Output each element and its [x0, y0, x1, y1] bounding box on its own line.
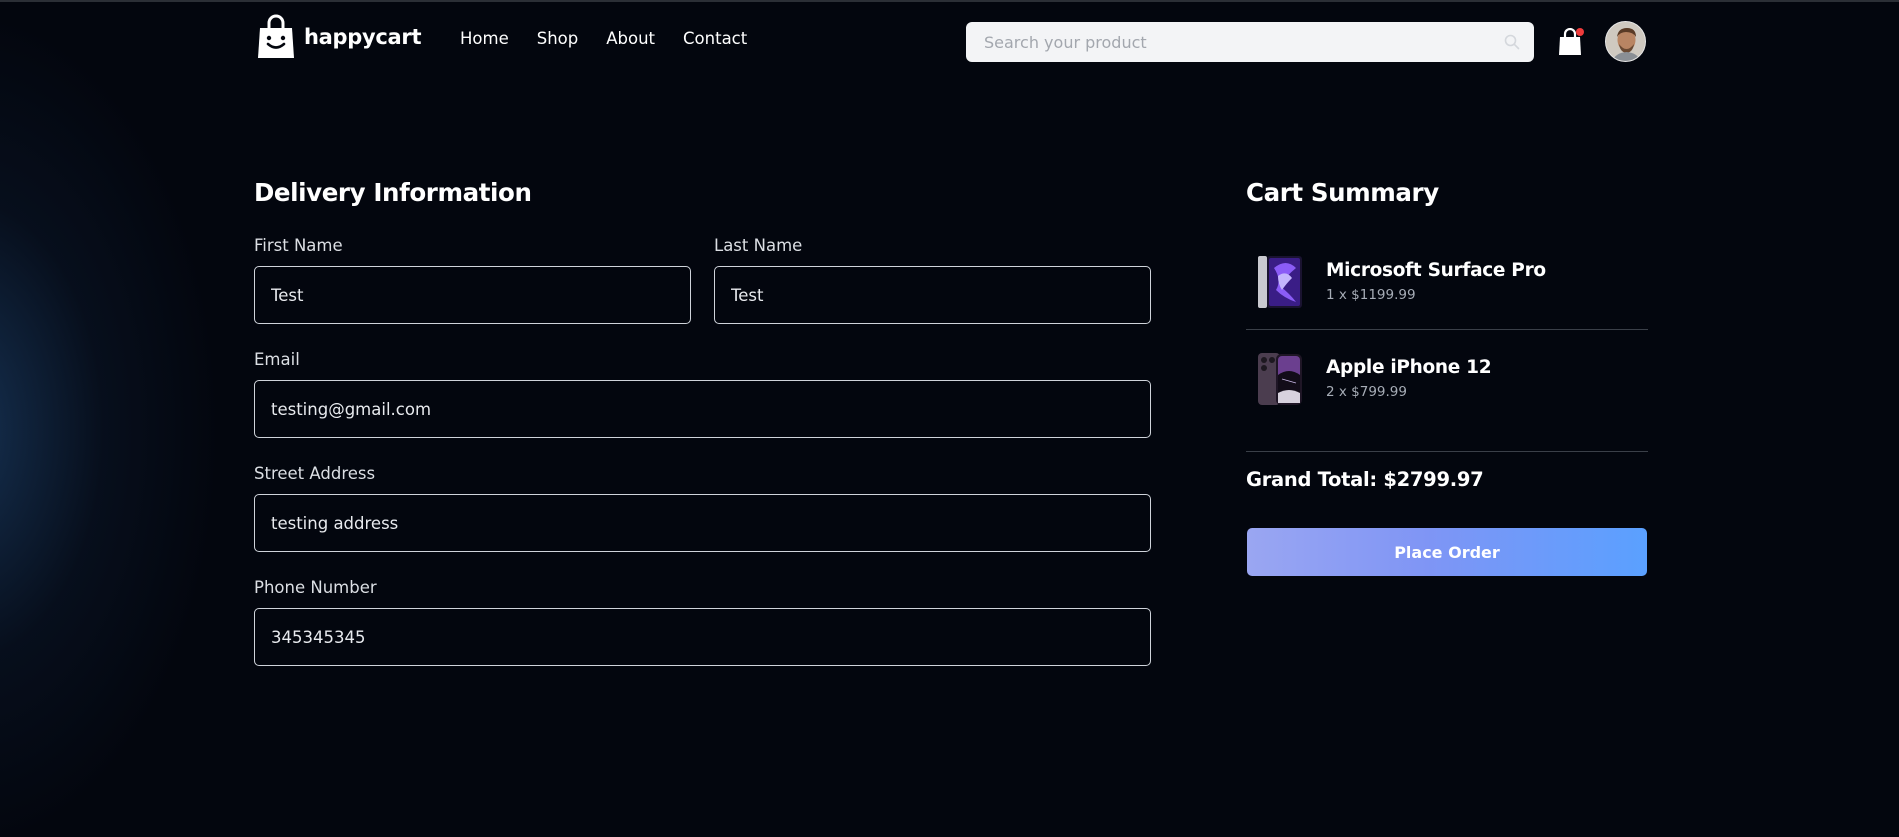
brand-logo[interactable]: happycart	[256, 14, 422, 60]
cart-notification-dot	[1576, 28, 1584, 36]
shopping-bag-icon	[258, 14, 294, 58]
brand-name: happycart	[304, 25, 422, 49]
user-avatar-icon	[1606, 22, 1645, 61]
phone-number-label: Phone Number	[254, 578, 377, 597]
first-name-label: First Name	[254, 236, 343, 255]
street-address-label: Street Address	[254, 464, 376, 483]
first-name-field[interactable]	[254, 266, 691, 324]
delivery-title: Delivery Information	[254, 178, 532, 207]
email-field[interactable]	[254, 380, 1151, 438]
nav-home[interactable]: Home	[460, 29, 509, 48]
phone-number-field[interactable]	[254, 608, 1151, 666]
search-icon[interactable]	[1504, 34, 1520, 50]
search-input[interactable]	[982, 31, 1504, 53]
top-border	[0, 0, 1899, 2]
cart-item-qty-price: 1 x $1199.99	[1326, 287, 1416, 303]
last-name-label: Last Name	[714, 236, 803, 255]
search-bar	[966, 22, 1534, 62]
email-label: Email	[254, 350, 300, 369]
last-name-field[interactable]	[714, 266, 1151, 324]
list-item: Microsoft Surface Pro 1 x $1199.99	[1246, 240, 1648, 330]
list-item: Apple iPhone 12 2 x $799.99	[1246, 337, 1648, 427]
cart-summary-title: Cart Summary	[1246, 178, 1439, 207]
cart-button[interactable]	[1558, 27, 1584, 56]
phone-image	[1258, 353, 1302, 405]
cart-divider	[1246, 329, 1648, 330]
nav-about[interactable]: About	[606, 29, 655, 48]
street-address-field[interactable]	[254, 494, 1151, 552]
nav-shop[interactable]: Shop	[537, 29, 579, 48]
grand-total: Grand Total: $2799.97	[1246, 468, 1484, 491]
cart-item-name: Microsoft Surface Pro	[1326, 260, 1546, 281]
place-order-button[interactable]: Place Order	[1247, 528, 1647, 576]
cart-item-name: Apple iPhone 12	[1326, 357, 1492, 378]
cart-item-qty-price: 2 x $799.99	[1326, 384, 1407, 400]
avatar[interactable]	[1605, 21, 1646, 62]
tablet-image	[1258, 256, 1302, 308]
nav-contact[interactable]: Contact	[683, 29, 747, 48]
cart-divider	[1246, 451, 1648, 452]
main-nav: Home Shop About Contact	[460, 29, 747, 48]
